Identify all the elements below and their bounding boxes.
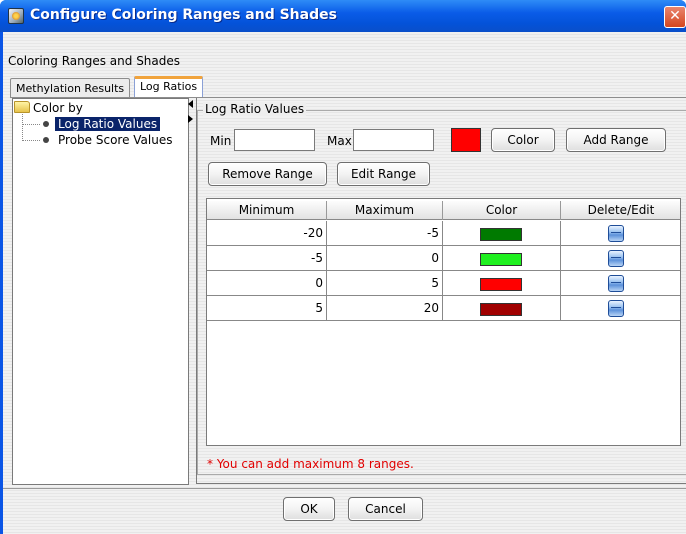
- cell-delete-edit: [561, 246, 680, 271]
- cell-minimum: 5: [207, 296, 327, 321]
- edit-range-button[interactable]: Edit Range: [337, 162, 430, 186]
- edit-icon[interactable]: [608, 225, 624, 242]
- cell-delete-edit: [561, 271, 680, 296]
- collapse-left-arrow-icon[interactable]: [188, 100, 193, 108]
- tab-methylation-results[interactable]: Methylation Results: [10, 78, 131, 97]
- ok-button[interactable]: OK: [283, 497, 335, 521]
- tree-item-label: Probe Score Values: [58, 133, 173, 147]
- cell-maximum: 5: [327, 271, 443, 296]
- max-label: Max: [327, 134, 352, 148]
- title-bar[interactable]: Configure Coloring Ranges and Shades ✕: [0, 0, 686, 32]
- remove-range-button[interactable]: Remove Range: [208, 162, 327, 186]
- tree-connector: [22, 114, 23, 141]
- edit-icon[interactable]: [608, 300, 624, 317]
- cell-minimum: -5: [207, 246, 327, 271]
- cell-maximum: -5: [327, 221, 443, 246]
- folder-icon: [14, 101, 30, 113]
- table-row[interactable]: 0 5: [207, 271, 680, 296]
- tab-log-ratios[interactable]: Log Ratios: [134, 76, 204, 98]
- column-header-color[interactable]: Color: [443, 201, 561, 220]
- column-header-minimum[interactable]: Minimum: [207, 201, 327, 220]
- cell-color: [443, 271, 561, 296]
- edit-icon[interactable]: [608, 250, 624, 267]
- footer-divider: [3, 488, 686, 489]
- column-header-delete-edit[interactable]: Delete/Edit: [561, 201, 680, 220]
- column-header-maximum[interactable]: Maximum: [327, 201, 443, 220]
- max-ranges-note: * You can add maximum 8 ranges.: [207, 457, 414, 471]
- cell-minimum: -20: [207, 221, 327, 246]
- cell-delete-edit: [561, 221, 680, 246]
- table-row[interactable]: -20 -5: [207, 221, 680, 246]
- close-button[interactable]: ✕: [664, 6, 686, 28]
- bullet-icon: [43, 121, 49, 127]
- cancel-button[interactable]: Cancel: [348, 497, 423, 521]
- tree-item-probe-score-values[interactable]: Probe Score Values: [58, 133, 172, 147]
- color-button[interactable]: Color: [491, 128, 555, 152]
- expand-right-arrow-icon[interactable]: [188, 115, 193, 123]
- table-row[interactable]: 5 20: [207, 296, 680, 321]
- min-input[interactable]: [234, 129, 315, 151]
- tree-item-label: Log Ratio Values: [55, 117, 161, 131]
- tree-root-label: Color by: [33, 101, 83, 115]
- cell-color: [443, 296, 561, 321]
- cell-delete-edit: [561, 296, 680, 321]
- table-header: Minimum Maximum Color Delete/Edit: [207, 201, 680, 220]
- cell-minimum: 0: [207, 271, 327, 296]
- groupbox-title: Log Ratio Values: [203, 102, 307, 116]
- table-row[interactable]: -5 0: [207, 246, 680, 271]
- tree-item-log-ratio-values[interactable]: Log Ratio Values: [55, 117, 161, 131]
- tree-connector: [22, 124, 40, 125]
- section-label: Coloring Ranges and Shades: [8, 54, 181, 68]
- bullet-icon: [43, 137, 49, 143]
- tree-connector: [22, 140, 40, 141]
- max-input[interactable]: [353, 129, 434, 151]
- min-label: Min: [210, 134, 232, 148]
- color-swatch: [480, 228, 522, 241]
- color-swatch: [480, 253, 522, 266]
- selected-color-swatch: [451, 128, 481, 152]
- app-icon: [8, 8, 24, 24]
- add-range-button[interactable]: Add Range: [566, 128, 666, 152]
- color-swatch: [480, 278, 522, 291]
- tree-pane: Color by Log Ratio Values Probe Score Va…: [12, 98, 189, 485]
- cell-maximum: 20: [327, 296, 443, 321]
- dialog-window: Configure Coloring Ranges and Shades ✕ C…: [0, 0, 686, 534]
- tree-root-color-by[interactable]: Color by: [14, 101, 83, 115]
- window-title: Configure Coloring Ranges and Shades: [30, 7, 337, 23]
- edit-icon[interactable]: [608, 275, 624, 292]
- ranges-table: Minimum Maximum Color Delete/Edit -20 -5…: [206, 198, 681, 446]
- cell-color: [443, 246, 561, 271]
- cell-maximum: 0: [327, 246, 443, 271]
- cell-color: [443, 221, 561, 246]
- color-swatch: [480, 303, 522, 316]
